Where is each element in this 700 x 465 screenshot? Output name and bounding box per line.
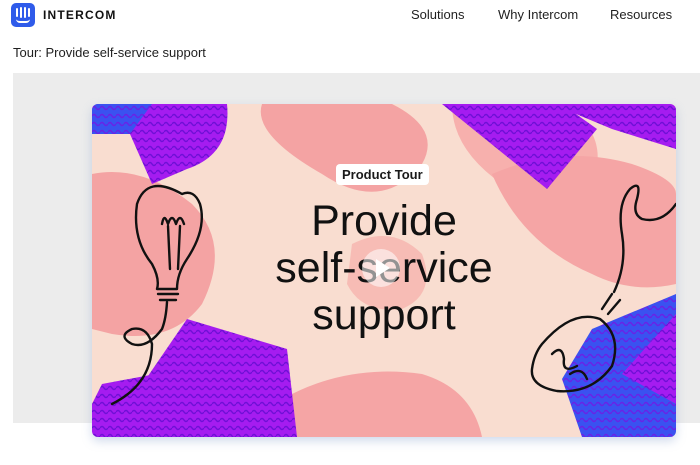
product-tour-badge: Product Tour (336, 164, 429, 185)
nav-why-intercom[interactable]: Why Intercom (498, 7, 578, 22)
brand-logo[interactable]: INTERCOM (11, 3, 117, 27)
brand-name: INTERCOM (43, 8, 117, 22)
video-player[interactable]: Product Tour Provide self-service suppor… (92, 104, 676, 437)
top-nav-bar: INTERCOM Solutions Why Intercom Resource… (0, 0, 700, 30)
headline-line-3: support (312, 291, 456, 339)
page-title: Tour: Provide self-service support (13, 45, 206, 60)
play-button[interactable] (362, 249, 400, 287)
headline-line-1: Provide (311, 197, 457, 245)
nav-resources[interactable]: Resources (610, 7, 672, 22)
intercom-logo-icon (11, 3, 35, 27)
nav-solutions[interactable]: Solutions (411, 7, 464, 22)
play-icon (376, 259, 390, 277)
